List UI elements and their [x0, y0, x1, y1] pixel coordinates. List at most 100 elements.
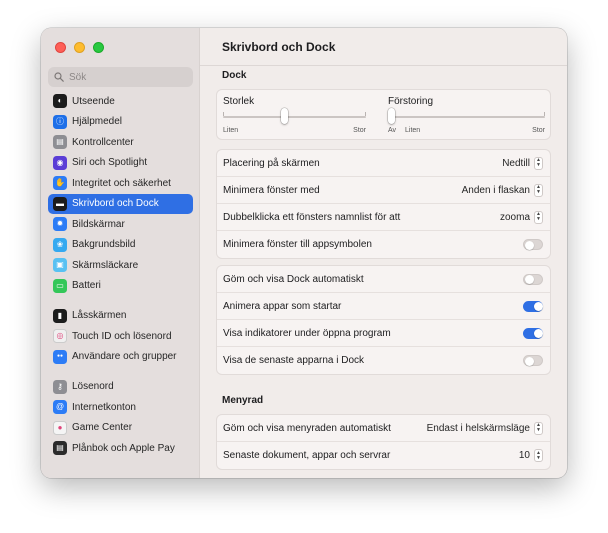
- dock-toggles-card: Göm och visa Dock automatiskt Animera app…: [216, 265, 551, 375]
- wallpaper-icon: ❀: [53, 237, 67, 252]
- sidebar-item-12[interactable]: ◎ Touch ID och lösenord: [48, 326, 193, 347]
- popup-value: zooma: [499, 211, 530, 223]
- sidebar-item-14[interactable]: ⚷ Lösenord: [48, 377, 193, 398]
- setting-row: Minimera fönster med Anden i flaskan ▲ ▼: [217, 177, 550, 204]
- magnification-slider-min: Liten: [405, 127, 421, 134]
- setting-label: Visa indikatorer under öppna program: [223, 327, 391, 339]
- setting-label: Placering på skärmen: [223, 157, 320, 169]
- setting-label: Senaste dokument, appar och servrar: [223, 450, 391, 461]
- sidebar-item-label: Hjälpmedel: [72, 116, 123, 128]
- sidebar-item-label: Siri och Spotlight: [72, 157, 148, 169]
- close-button[interactable]: [55, 42, 66, 53]
- search-icon: [54, 72, 64, 82]
- size-slider-max: Stor: [353, 127, 366, 134]
- size-slider-thumb[interactable]: [281, 108, 289, 124]
- sidebar-item-label: Bildskärmar: [72, 218, 125, 230]
- sidebar-item-1[interactable]: ◐ Utseende: [48, 91, 193, 112]
- dock-sliders-card: Storlek Liten Stor Förstoring Av Liten S…: [216, 89, 551, 140]
- chevron-updown-icon: ▲ ▼: [534, 210, 543, 224]
- sidebar-item-13[interactable]: ●● Användare och grupper: [48, 347, 193, 368]
- search-input[interactable]: [69, 71, 179, 83]
- size-slider-block: Storlek Liten Stor: [223, 96, 369, 134]
- accessibility-icon: ⓘ: [53, 114, 67, 129]
- popup-button[interactable]: Endast i helskärmsläge ▲ ▼: [427, 421, 543, 435]
- touch-id-icon: ◎: [53, 329, 67, 344]
- setting-row: Göm och visa menyraden automatiskt Endast…: [217, 415, 550, 442]
- magnification-slider-track[interactable]: [388, 116, 545, 118]
- sidebar-item-label: Användare och grupper: [72, 351, 177, 363]
- sidebar-item-label: Lösenord: [72, 381, 114, 393]
- magnification-slider-off: Av: [388, 127, 397, 134]
- battery-icon: ▭: [53, 278, 67, 293]
- popup-button[interactable]: 10 ▲ ▼: [519, 449, 543, 462]
- sidebar-item-5[interactable]: ✋ Integritet och säkerhet: [48, 173, 193, 194]
- sidebar-item-label: Skärmsläckare: [72, 259, 139, 271]
- sidebar-item-8[interactable]: ❀ Bakgrundsbild: [48, 235, 193, 256]
- users-groups-icon: ●●: [53, 349, 67, 364]
- sidebar-item-label: Integritet och säkerhet: [72, 177, 171, 189]
- desktop-dock-icon: ▬: [53, 196, 67, 211]
- magnification-slider-thumb[interactable]: [388, 108, 395, 124]
- setting-row: Placering på skärmen Nedtill ▲ ▼: [217, 150, 550, 177]
- sidebar-item-label: Internetkonton: [72, 401, 136, 413]
- sidebar-item-17[interactable]: ▤ Plånbok och Apple Pay: [48, 438, 193, 459]
- sidebar-item-9[interactable]: ▣ Skärmsläckare: [48, 255, 193, 276]
- popup-value: 10: [518, 450, 530, 461]
- sidebar-item-11[interactable]: ▮ Låsskärmen: [48, 306, 193, 327]
- zoom-button[interactable]: [93, 42, 104, 53]
- page-title: Skrivbord och Dock: [222, 40, 336, 54]
- menubar-options-card: Göm och visa menyraden automatiskt Endast…: [216, 414, 551, 470]
- sidebar-item-16[interactable]: ● Game Center: [48, 418, 193, 439]
- size-slider-track[interactable]: [223, 116, 366, 118]
- appearance-icon: ◐: [53, 94, 67, 109]
- popup-button[interactable]: Nedtill ▲ ▼: [502, 156, 543, 170]
- magnification-slider-label: Förstoring: [388, 96, 434, 107]
- toggle-switch[interactable]: [523, 327, 543, 339]
- sidebar-item-label: Game Center: [72, 422, 133, 434]
- toggle-switch[interactable]: [523, 239, 543, 250]
- setting-label: Dubbelklicka ett fönsters namnlist för a…: [223, 211, 401, 223]
- screensaver-icon: ▣: [53, 258, 67, 273]
- chevron-updown-icon: ▲ ▼: [534, 183, 543, 197]
- sidebar-item-label: Batteri: [72, 280, 101, 292]
- chevron-updown-icon: ▲ ▼: [534, 156, 543, 170]
- dock-heading: Dock: [222, 70, 247, 81]
- slider-tick: [365, 112, 366, 116]
- sidebar-item-10[interactable]: ▭ Batteri: [48, 276, 193, 297]
- sidebar-item-label: Låsskärmen: [72, 310, 127, 322]
- popup-button[interactable]: zooma ▲ ▼: [499, 210, 543, 224]
- toggle-switch[interactable]: [523, 300, 543, 312]
- setting-label: Minimera fönster till appsymbolen: [223, 239, 372, 250]
- sidebar-item-6[interactable]: ▬ Skrivbord och Dock: [48, 193, 193, 214]
- sidebar-item-3[interactable]: ▤ Kontrollcenter: [48, 132, 193, 153]
- sidebar-item-15[interactable]: @ Internetkonton: [48, 397, 193, 418]
- setting-row: Senaste dokument, appar och servrar 10 ▲ ▼: [217, 442, 550, 469]
- setting-label: Visa de senaste apparna i Dock: [223, 355, 365, 366]
- popup-value: Nedtill: [502, 157, 530, 169]
- slider-tick: [223, 112, 224, 116]
- toggle-switch[interactable]: [523, 273, 543, 285]
- sidebar-item-2[interactable]: ⓘ Hjälpmedel: [48, 112, 193, 133]
- sidebar-item-4[interactable]: ◉ Siri och Spotlight: [48, 153, 193, 174]
- search-field[interactable]: [48, 67, 193, 87]
- toggle-switch[interactable]: [523, 355, 543, 366]
- at-sign-icon: @: [53, 400, 67, 415]
- sidebar-item-label: Utseende: [72, 95, 115, 107]
- popup-button[interactable]: Anden i flaskan ▲ ▼: [462, 183, 543, 197]
- menubar-heading: Menyrad: [222, 395, 264, 406]
- wallet-icon: ▤: [53, 441, 67, 456]
- sidebar-item-label: Bakgrundsbild: [72, 239, 136, 251]
- dock-options-card: Placering på skärmen Nedtill ▲ ▼ Minimera fö…: [216, 149, 551, 259]
- sidebar-item-label: Plånbok och Apple Pay: [72, 442, 175, 454]
- magnification-slider-block: Förstoring Av Liten Stor: [388, 96, 545, 134]
- control-center-icon: ▤: [53, 135, 67, 150]
- minimize-button[interactable]: [74, 42, 85, 53]
- chevron-updown-icon: ▲ ▼: [534, 449, 543, 462]
- settings-window: ◐ Utseende ⓘ Hjälpmedel ▤ Kontrollcenter ◉ Siri…: [41, 28, 567, 478]
- sidebar-item-7[interactable]: ✹ Bildskärmar: [48, 214, 193, 235]
- setting-label: Minimera fönster med: [223, 184, 320, 196]
- sidebar-item-label: Skrivbord och Dock: [72, 198, 159, 210]
- setting-row: Visa de senaste apparna i Dock: [217, 347, 550, 374]
- privacy-hand-icon: ✋: [53, 176, 67, 191]
